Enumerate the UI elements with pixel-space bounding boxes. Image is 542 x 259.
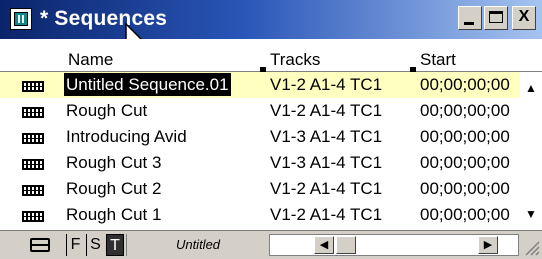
table-row[interactable]: Rough Cut 2 V1-2 A1-4 TC1 00;00;00;00	[0, 176, 520, 202]
column-header-start[interactable]: Start	[420, 50, 456, 70]
sequence-icon[interactable]	[22, 133, 44, 144]
sequence-icon[interactable]	[22, 81, 44, 92]
table-row[interactable]: Rough Cut 3 V1-3 A1-4 TC1 00;00;00;00	[0, 150, 520, 176]
scroll-thumb[interactable]	[336, 236, 356, 254]
sequence-name: Introducing Avid	[66, 127, 187, 146]
bin-view-menu-icon[interactable]	[30, 236, 52, 254]
sequence-tracks: V1-2 A1-4 TC1	[270, 205, 383, 224]
table-row[interactable]: Introducing Avid V1-3 A1-4 TC1 00;00;00;…	[0, 124, 520, 150]
sequence-start: 00;00;00;00	[420, 179, 510, 198]
sequence-icon[interactable]	[22, 107, 44, 118]
avid-app-icon[interactable]	[10, 8, 32, 30]
minimize-button[interactable]	[458, 6, 482, 30]
sequence-start: 00;00;00;00	[420, 75, 510, 94]
column-header-name[interactable]: Name	[68, 50, 113, 70]
sequence-icon[interactable]	[22, 159, 44, 170]
text-view-tab[interactable]: T	[106, 234, 124, 256]
scroll-up-arrow-icon[interactable]: ▲	[520, 78, 542, 98]
sequence-tracks: V1-2 A1-4 TC1	[270, 101, 383, 120]
sequences-bin-window: * Sequences X Name Tracks Start Untitled…	[0, 0, 542, 259]
sequence-name: Rough Cut 3	[66, 153, 162, 172]
column-header-tracks[interactable]: Tracks	[270, 50, 320, 70]
sequence-start: 00;00;00;00	[420, 153, 510, 172]
scroll-left-arrow-icon[interactable]: ◀	[314, 236, 334, 254]
bin-bottom-bar: F S T Untitled ◀ ▶	[0, 230, 542, 259]
table-row[interactable]: Rough Cut V1-2 A1-4 TC1 00;00;00;00	[0, 98, 520, 124]
resize-grip-icon[interactable]	[522, 236, 540, 256]
horizontal-scrollbar[interactable]: ◀ ▶	[269, 234, 519, 256]
sequence-icon[interactable]	[22, 211, 44, 222]
sequence-start: 00;00;00;00	[420, 205, 510, 224]
table-row[interactable]: Rough Cut 1 V1-2 A1-4 TC1 00;00;00;00	[0, 202, 520, 228]
table-row[interactable]: Untitled Sequence.01 V1-2 A1-4 TC1 00;00…	[0, 72, 520, 98]
sequence-tracks: V1-3 A1-4 TC1	[270, 153, 383, 172]
maximize-icon	[489, 11, 503, 23]
scroll-right-arrow-icon[interactable]: ▶	[478, 236, 498, 254]
window-title: * Sequences	[40, 7, 168, 30]
sequence-start: 00;00;00;00	[420, 101, 510, 120]
sequence-name: Rough Cut	[66, 101, 148, 120]
sequence-name: Rough Cut 2	[66, 179, 162, 198]
sequence-name-field[interactable]: Untitled Sequence.01	[64, 73, 231, 96]
scroll-down-arrow-icon[interactable]: ▼	[520, 204, 542, 224]
vertical-scrollbar[interactable]: ▲ ▼	[520, 72, 542, 230]
sequence-name: Rough Cut 1	[66, 205, 162, 224]
sequence-tracks: V1-3 A1-4 TC1	[270, 127, 383, 146]
maximize-button[interactable]	[484, 6, 508, 30]
bin-view-name[interactable]: Untitled	[126, 234, 269, 256]
sequence-list: Untitled Sequence.01 V1-2 A1-4 TC1 00;00…	[0, 72, 520, 230]
sequence-tracks: V1-2 A1-4 TC1	[270, 75, 383, 94]
column-headers: Name Tracks Start	[0, 39, 542, 73]
frame-view-tab[interactable]: F	[66, 234, 84, 256]
script-view-tab[interactable]: S	[86, 234, 104, 256]
sequence-start: 00;00;00;00	[420, 127, 510, 146]
sequence-tracks: V1-2 A1-4 TC1	[270, 179, 383, 198]
close-button[interactable]: X	[512, 6, 536, 30]
sequence-icon[interactable]	[22, 185, 44, 196]
title-bar[interactable]: * Sequences X	[0, 0, 542, 53]
minimize-icon	[464, 22, 474, 25]
